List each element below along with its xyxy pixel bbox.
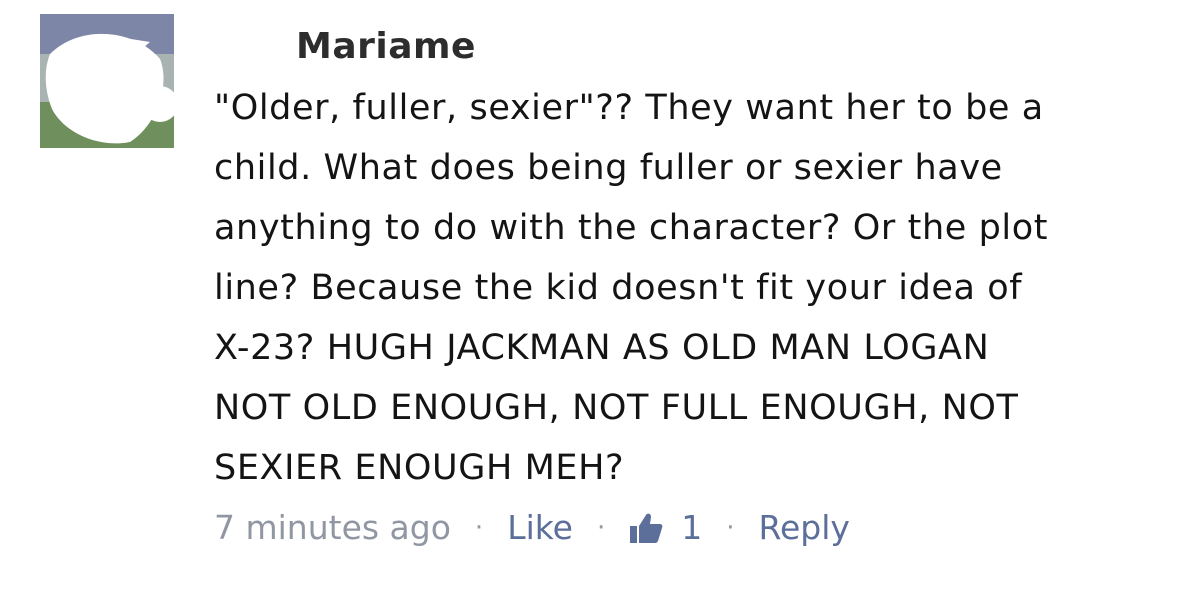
author-row: Mariame — [214, 22, 1174, 78]
comment-line: SEXIER ENOUGH MEH? — [214, 448, 625, 488]
separator-dot: · — [726, 512, 735, 543]
comment-line: line? Because the kid doesn't fit your i… — [214, 268, 1023, 308]
comment-line: X-23? HUGH JACKMAN AS OLD MAN LOGAN — [214, 328, 990, 368]
comment-body: "Older, fuller, sexier"?? They want her … — [214, 78, 1174, 498]
comment: Mariame "Older, fuller, sexier"?? They w… — [0, 0, 1200, 603]
like-button[interactable]: Like — [507, 508, 573, 547]
comment-line: NOT OLD ENOUGH, NOT FULL ENOUGH, NOT — [214, 388, 1019, 428]
avatar[interactable] — [40, 14, 174, 148]
timestamp[interactable]: 7 minutes ago — [214, 508, 451, 547]
comment-line: child. What does being fuller or sexier … — [214, 148, 1003, 188]
comment-line: "Older, fuller, sexier"?? They want her … — [214, 88, 1044, 128]
redacted-name-block — [214, 32, 284, 68]
thumbs-up-icon — [630, 513, 663, 543]
like-count-value: 1 — [681, 508, 703, 547]
separator-dot: · — [596, 512, 606, 543]
comment-line: anything to do with the character? Or th… — [214, 208, 1049, 248]
separator-dot: · — [474, 512, 484, 543]
author-name[interactable]: Mariame — [296, 26, 476, 67]
comment-content: Mariame "Older, fuller, sexier"?? They w… — [214, 22, 1174, 547]
comment-meta-bar: 7 minutes ago · Like · 1 · Reply — [214, 508, 850, 547]
like-count[interactable]: 1 — [629, 508, 702, 547]
reply-button[interactable]: Reply — [759, 508, 850, 547]
